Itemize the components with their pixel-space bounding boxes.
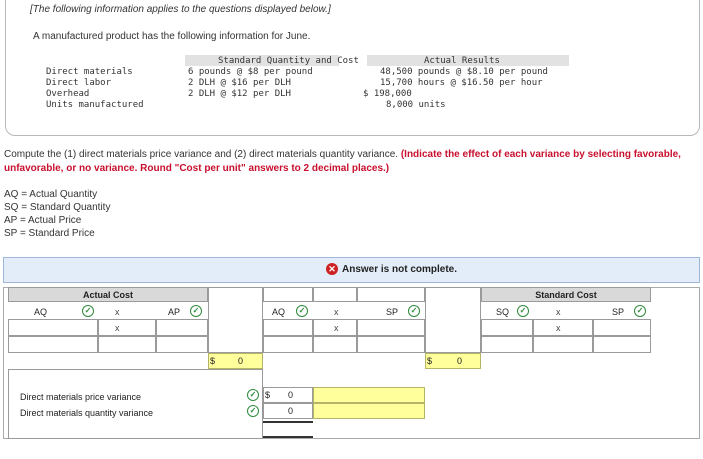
legend-sp: SP = Standard Price — [4, 228, 95, 239]
check-icon: ✓ — [247, 389, 259, 401]
check-icon: ✓ — [517, 305, 529, 317]
aq-label: AQ — [34, 307, 48, 317]
times-cell-2 — [98, 336, 156, 353]
sp-input[interactable] — [593, 319, 651, 336]
data-table: Standard Quantity and Cost Actual Result… — [40, 55, 569, 113]
sp-mid-input-2[interactable] — [357, 336, 425, 353]
dollar-sign: $ — [427, 356, 433, 366]
sp-mid-input[interactable] — [357, 319, 425, 336]
times-sign: x — [556, 323, 561, 333]
row-label: Overhead — [46, 89, 90, 99]
check-icon: ✓ — [408, 305, 420, 317]
info-note: [The following information applies to th… — [30, 4, 331, 15]
sp-label: SP — [612, 307, 625, 317]
price-variance-value: 0 — [288, 390, 294, 400]
price-variance-effect-select[interactable] — [313, 387, 425, 403]
aq-input[interactable] — [8, 319, 98, 336]
ap-label: AP — [168, 307, 181, 317]
quantity-variance-value: 0 — [288, 406, 294, 416]
check-icon: ✓ — [190, 305, 202, 317]
mid-header — [263, 287, 313, 302]
legend-aq: AQ = Actual Quantity — [4, 189, 98, 200]
col-actual-label: Actual Results — [424, 56, 500, 66]
actual-cost-header: Actual Cost — [8, 287, 208, 302]
actual-total-input[interactable] — [208, 353, 263, 369]
times-sign: x — [115, 323, 120, 333]
check-icon: ✓ — [634, 305, 646, 317]
times-sign: x — [334, 307, 339, 317]
actual-total-value: 0 — [238, 356, 244, 366]
aq-input-2[interactable] — [8, 336, 98, 353]
legend-sq: SQ = Standard Quantity — [4, 202, 111, 213]
sq-input[interactable] — [481, 319, 533, 336]
times-cell-2 — [533, 336, 593, 353]
ap-input[interactable] — [156, 319, 208, 336]
info-intro: A manufactured product has the following… — [33, 31, 311, 42]
row-standard: 2 DLH @ $12 per DLH — [188, 89, 291, 99]
error-x-icon: ✕ — [326, 263, 338, 275]
sp-input-2[interactable] — [593, 336, 651, 353]
variance-label-area — [8, 369, 263, 439]
quantity-variance-label: Direct materials quantity variance — [20, 408, 154, 418]
check-icon: ✓ — [247, 405, 259, 417]
row-actual: 48,500 pounds @ $8.10 per pound — [380, 67, 548, 77]
standard-total-value: 0 — [457, 356, 463, 366]
row-actual: 15,700 hours @ $16.50 per hour — [380, 78, 543, 88]
price-variance-label: Direct materials price variance — [20, 392, 142, 402]
question-main: Compute the (1) direct materials price v… — [4, 149, 401, 160]
quantity-variance-effect-select[interactable] — [313, 403, 425, 419]
sq-input-2[interactable] — [481, 336, 533, 353]
dollar-sign: $ — [210, 356, 216, 366]
row-label: Direct labor — [46, 78, 112, 88]
col-standard-label: Standard Quantity and Cost — [218, 56, 359, 66]
mid-header — [357, 287, 425, 302]
sq-label: SQ — [496, 307, 510, 317]
times-cell — [98, 319, 156, 336]
answer-status: Answer is not complete. — [342, 264, 458, 275]
legend-ap: AP = Actual Price — [4, 215, 82, 226]
times-sign: x — [556, 307, 561, 317]
times-cell — [533, 319, 593, 336]
row-standard: 6 pounds @ $8 per pound — [188, 67, 313, 77]
total-underline — [263, 421, 313, 423]
times-cell-2 — [313, 336, 357, 353]
row-actual: $ 198,000 — [363, 89, 412, 99]
standard-total-input[interactable] — [425, 353, 481, 369]
spacer-cell — [425, 287, 481, 353]
spacer-cell — [208, 287, 263, 353]
check-icon: ✓ — [296, 305, 308, 317]
check-icon: ✓ — [82, 305, 94, 317]
row-standard: 2 DLH @ $16 per DLH — [188, 78, 291, 88]
times-sign: x — [115, 307, 120, 317]
question-text: Compute the (1) direct materials price v… — [4, 148, 694, 176]
mid-header — [313, 287, 357, 302]
ap-input-2[interactable] — [156, 336, 208, 353]
standard-cost-header: Standard Cost — [481, 287, 651, 302]
sp-label-mid: SP — [386, 307, 399, 317]
aq-mid-input-2[interactable] — [263, 336, 313, 353]
aq-mid-input[interactable] — [263, 319, 313, 336]
total-double-underline — [263, 436, 313, 438]
row-actual: 8,000 units — [386, 100, 446, 110]
times-sign: x — [334, 323, 339, 333]
dollar-sign: $ — [265, 390, 271, 400]
row-label: Units manufactured — [46, 100, 144, 110]
row-label: Direct materials — [46, 67, 133, 77]
aq-label-mid: AQ — [272, 307, 286, 317]
